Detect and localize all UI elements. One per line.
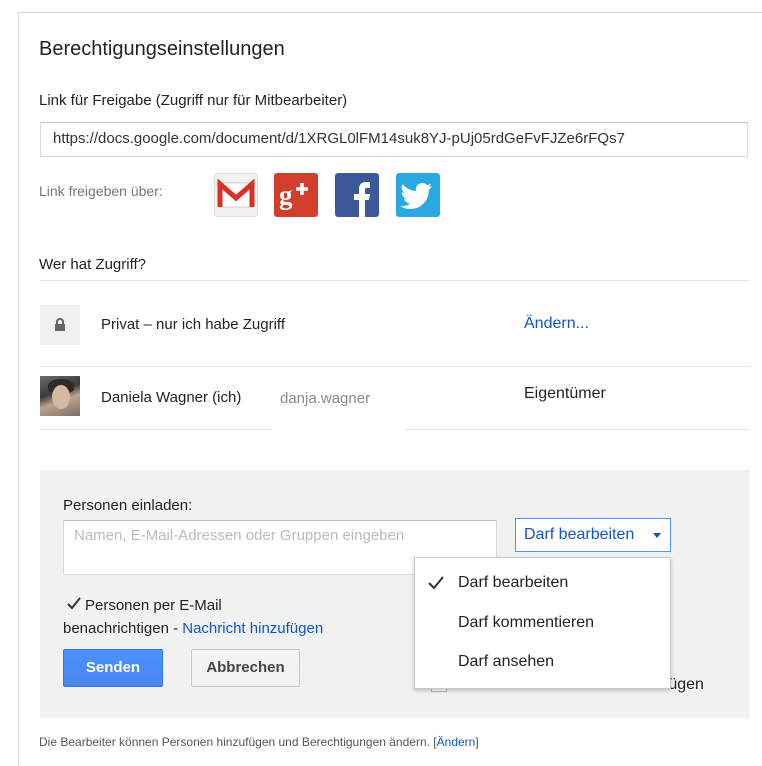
twitter-icon[interactable] <box>396 173 440 217</box>
share-link-field[interactable]: https://docs.google.com/document/d/1XRGL… <box>40 122 748 157</box>
share-via-label: Link freigeben über: <box>39 183 163 199</box>
footer-text: Die Bearbeiter können Personen hinzufüge… <box>39 735 434 749</box>
menu-item-can-comment[interactable]: Darf kommentieren <box>415 604 670 642</box>
footer-change-link[interactable]: Ändern <box>437 735 476 749</box>
owner-role: Eigentümer <box>524 385 606 402</box>
cancel-button[interactable]: Abbrechen <box>191 649 300 687</box>
google-plus-icon[interactable]: g <box>274 173 318 217</box>
owner-name: Daniela Wagner (ich) <box>101 389 242 406</box>
menu-item-label: Darf bearbeiten <box>458 574 569 591</box>
invite-label: Personen einladen: <box>63 497 193 514</box>
avatar <box>40 376 80 416</box>
privacy-status: Privat – nur ich habe Zugriff <box>101 316 285 333</box>
divider <box>40 280 750 281</box>
facebook-icon[interactable] <box>335 173 379 217</box>
notify-label: Personen per E-Mail <box>85 597 222 614</box>
svg-text:g: g <box>279 180 293 210</box>
who-has-access-label: Wer hat Zugriff? <box>39 256 146 273</box>
footer-note: Die Bearbeiter können Personen hinzufüge… <box>39 735 479 749</box>
menu-item-can-view[interactable]: Darf ansehen <box>415 643 670 681</box>
add-message-link[interactable]: Nachricht hinzufügen <box>182 620 323 637</box>
permission-dropdown[interactable]: Darf bearbeiten <box>515 518 671 552</box>
lock-icon <box>40 305 80 345</box>
chevron-down-icon <box>653 533 661 538</box>
notify-option: Personen per E-Mail benachrichtigen - Na… <box>63 594 323 640</box>
divider <box>40 429 272 430</box>
permission-dropdown-label: Darf bearbeiten <box>524 526 635 543</box>
gmail-icon[interactable] <box>214 173 258 217</box>
notify-checkbox[interactable] <box>66 596 82 612</box>
divider <box>405 429 750 430</box>
send-button[interactable]: Senden <box>63 649 163 687</box>
checkmark-icon <box>428 576 444 590</box>
permission-menu: Darf bearbeiten Darf kommentieren Darf a… <box>414 557 671 689</box>
owner-email: danja.wagner <box>280 390 371 407</box>
menu-item-can-edit[interactable]: Darf bearbeiten <box>415 564 670 602</box>
dialog-title: Berechtigungseinstellungen <box>39 38 285 60</box>
change-visibility-link[interactable]: Ändern... <box>524 315 589 333</box>
notify-label-continued: benachrichtigen - <box>63 620 183 637</box>
share-link-label: Link für Freigabe (Zugriff nur für Mitbe… <box>39 92 348 109</box>
divider <box>40 366 750 367</box>
menu-item-label: Darf kommentieren <box>458 614 595 631</box>
menu-item-label: Darf ansehen <box>458 653 555 670</box>
